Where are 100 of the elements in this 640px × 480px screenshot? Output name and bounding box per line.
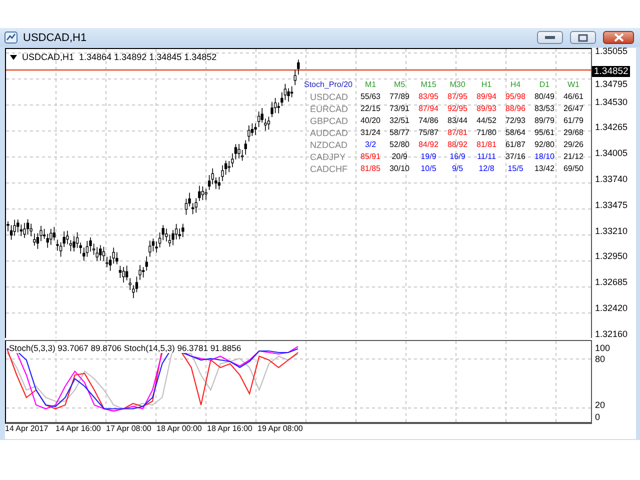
table-cell-text: 58/77 xyxy=(388,127,411,139)
table-cell-text: 21/12 xyxy=(562,151,585,163)
column-header: D1 xyxy=(538,79,551,91)
time-axis-label: 17 Apr 08:00 xyxy=(106,424,152,435)
table-cell-text: 29/68 xyxy=(562,127,585,139)
table-cell-text: 9/5 xyxy=(450,163,464,175)
table-cell-text: 72/93 xyxy=(504,115,527,127)
symbol-cell-text: GBPCAD xyxy=(309,115,350,127)
time-axis-label: 18 Apr 16:00 xyxy=(207,424,254,435)
table-cell-text: 85/91 xyxy=(359,151,382,163)
table-cell-text: 92/80 xyxy=(533,139,556,151)
table-cell-text: 74/86 xyxy=(417,115,440,127)
indicator-tick-label: 100 xyxy=(595,343,610,354)
price-tick-label: 1.34005 xyxy=(595,148,628,160)
current-price-tag: 1.34852 xyxy=(592,66,630,77)
symbol-cell-text: AUDCAD xyxy=(309,127,350,139)
table-cell-text: 19/9 xyxy=(420,151,438,163)
indicator-tick-label: 0 xyxy=(595,412,600,423)
table-cell-text: 81/85 xyxy=(359,163,382,175)
table-cell-text: 81/81 xyxy=(475,139,498,151)
maximize-icon xyxy=(578,34,588,42)
table-cell-text: 61/87 xyxy=(504,139,527,151)
table-cell-text: 18/10 xyxy=(533,151,556,163)
column-header: M15 xyxy=(420,79,438,91)
maximize-button[interactable] xyxy=(570,31,596,44)
time-axis-label: 14 Apr 2017 xyxy=(5,424,50,435)
table-cell-text: 83/53 xyxy=(533,103,556,115)
price-tick-label: 1.32160 xyxy=(595,328,628,340)
column-header: H4 xyxy=(509,79,522,91)
table-cell-text: 89/93 xyxy=(475,103,498,115)
table-cell-text: 22/15 xyxy=(359,103,382,115)
price-tick-label: 1.33740 xyxy=(595,174,628,185)
table-cell-text: 46/61 xyxy=(562,91,585,103)
table-cell-text: 71/80 xyxy=(475,127,498,139)
price-tick-label: 1.32420 xyxy=(595,303,628,314)
table-cell-text: 16/9 xyxy=(448,151,466,163)
price-tick-label: 1.33475 xyxy=(595,200,628,211)
symbol-cell-text: NZDCAD xyxy=(309,139,348,151)
table-cell-text: 77/89 xyxy=(388,91,411,103)
price-tick-label: 1.34530 xyxy=(595,96,628,108)
column-header: W1 xyxy=(566,79,580,91)
column-header: M5 xyxy=(392,79,406,91)
time-axis-label: 19 Apr 08:00 xyxy=(258,424,304,435)
symbol-cell-text: CADJPY xyxy=(309,151,347,163)
table-cell-text: 87/95 xyxy=(446,91,469,103)
table-cell-text: 84/92 xyxy=(417,139,440,151)
table-cell-text: 73/91 xyxy=(388,103,411,115)
table-cell-text: 95/61 xyxy=(533,127,556,139)
time-axis-label: 14 Apr 16:00 xyxy=(56,424,102,435)
table-cell-text: 10/5 xyxy=(420,163,438,175)
table-cell-text: 15/5 xyxy=(506,163,524,175)
symbol-cell-text: EURCAD xyxy=(309,103,350,115)
column-header: M30 xyxy=(448,79,466,91)
table-cell-text: 12/8 xyxy=(478,163,496,175)
table-cell-text: 89/94 xyxy=(475,91,498,103)
table-cell-text: 20/9 xyxy=(390,151,408,163)
symbol-cell-text: CADCHF xyxy=(309,163,348,175)
minimize-icon xyxy=(545,36,555,40)
dropdown-arrow-icon[interactable] xyxy=(10,54,17,60)
table-cell-text: 83/44 xyxy=(446,115,469,127)
indicator-tick-label: 80 xyxy=(595,354,606,365)
table-cell-text: 87/94 xyxy=(417,103,440,115)
ohlc-quotes: 1.34864 1.34892 1.34845 1.34852 xyxy=(79,52,217,62)
minimize-button[interactable] xyxy=(537,31,563,44)
table-cell-text: 88/96 xyxy=(504,103,527,115)
indicator-tick-label: 20 xyxy=(595,400,606,411)
symbol-cell-text: USDCAD xyxy=(309,91,350,103)
table-cell-text: 75/87 xyxy=(417,127,440,139)
table-cell-text: 40/20 xyxy=(359,115,382,127)
chart-symbol: USDCAD,H1 xyxy=(22,52,74,62)
table-cell-text: 44/52 xyxy=(475,115,498,127)
table-cell-text: 52/80 xyxy=(388,139,411,151)
price-tick-label: 1.32685 xyxy=(595,277,628,288)
time-axis-label: 18 Apr 00:00 xyxy=(156,424,203,435)
column-header: H1 xyxy=(480,79,493,91)
table-cell-text: 30/10 xyxy=(388,163,411,175)
table-cell-text: 88/92 xyxy=(446,139,469,151)
close-button[interactable] xyxy=(603,31,634,44)
chart-window-icon xyxy=(4,31,18,44)
table-cell-text: 37/16 xyxy=(504,151,527,163)
close-icon xyxy=(614,33,624,42)
table-cell-text: 13/42 xyxy=(533,163,556,175)
price-tick-label: 1.33210 xyxy=(595,226,628,237)
table-cell-text: 83/95 xyxy=(417,91,440,103)
price-tick-label: 1.34795 xyxy=(595,79,628,90)
table-cell-text: 55/63 xyxy=(359,91,382,103)
column-header: M1 xyxy=(364,79,378,91)
table-cell-text: 32/51 xyxy=(388,115,411,127)
table-cell-text: 69/50 xyxy=(562,163,585,175)
table-title: Stoch_Pro/20 xyxy=(304,79,354,91)
table-cell-text: 31/24 xyxy=(359,127,382,139)
price-tick-label: 1.32950 xyxy=(595,251,628,262)
table-cell-text: 58/64 xyxy=(504,127,527,139)
table-cell-text: 89/79 xyxy=(533,115,556,127)
table-cell-text: 26/47 xyxy=(562,103,585,115)
table-cell-text: 29/26 xyxy=(562,139,585,151)
table-cell-text: 3/2 xyxy=(364,139,378,151)
table-cell-text: 87/81 xyxy=(446,127,469,139)
table-cell-text: 95/98 xyxy=(504,91,527,103)
price-tick-label: 1.34265 xyxy=(595,122,628,134)
